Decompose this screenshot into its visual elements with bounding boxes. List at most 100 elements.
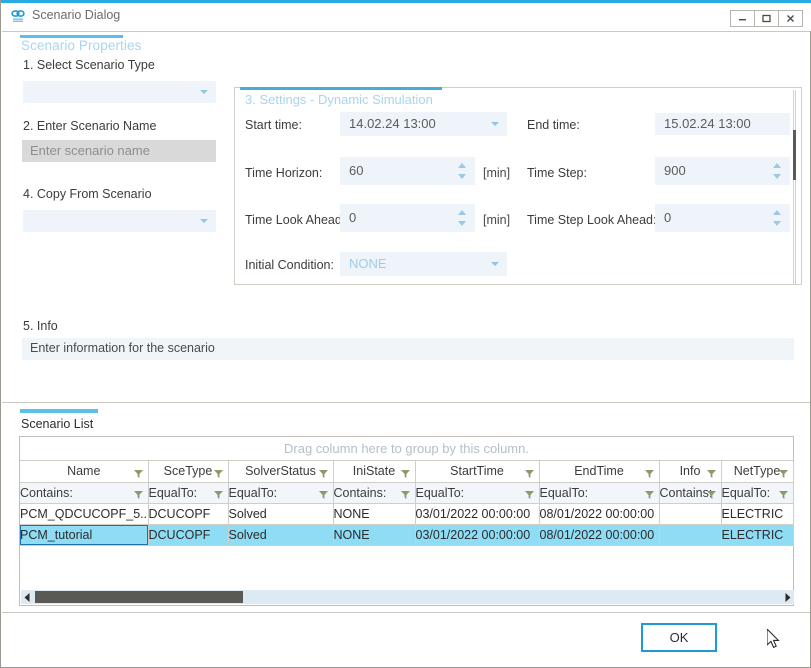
time-step-value: 900 [664, 163, 686, 178]
scenario-type-label: 1. Select Scenario Type [23, 58, 155, 72]
filter-funnel-icon[interactable] [400, 467, 410, 481]
settings-group-box: 3. Settings - Dynamic Simulation Start t… [234, 87, 802, 285]
spinner-up-icon[interactable] [458, 163, 466, 168]
column-header-starttime[interactable]: StartTime [415, 461, 540, 483]
scroll-left-icon[interactable] [21, 590, 34, 604]
spinner-up-icon[interactable] [458, 210, 466, 215]
filter-funnel-icon[interactable] [524, 467, 534, 481]
grid-horizontal-scrollbar[interactable] [21, 590, 794, 604]
start-time-label: Start time: [245, 118, 302, 132]
filter-funnel-icon[interactable] [706, 488, 716, 502]
time-horizon-value: 60 [349, 163, 364, 178]
copy-from-scenario-label: 4. Copy From Scenario [23, 187, 152, 201]
column-header-nettype[interactable]: NetType [721, 461, 794, 483]
column-header-endtime[interactable]: EndTime [539, 461, 660, 483]
start-time-field[interactable]: 14.02.24 13:00 [340, 112, 507, 136]
filter-cell-starttime[interactable]: EqualTo: [415, 482, 540, 504]
scrollbar-thumb[interactable] [35, 591, 243, 603]
cell-name: PCM_QDCUCOPF_5... [20, 503, 149, 525]
spinner-down-icon[interactable] [773, 221, 781, 226]
close-button[interactable] [778, 10, 803, 27]
settings-title: 3. Settings - Dynamic Simulation [245, 92, 433, 107]
time-horizon-field[interactable]: 60 [340, 157, 475, 185]
scrollbar-thumb[interactable] [793, 130, 796, 180]
filter-funnel-icon[interactable] [644, 488, 654, 502]
column-header-inistate[interactable]: IniState [333, 461, 416, 483]
column-header-name[interactable]: Name [20, 461, 149, 483]
filter-cell-info[interactable]: Contains: [659, 482, 722, 504]
cell-info [659, 524, 722, 546]
group-by-hint: Drag column here to group by this column… [284, 441, 529, 456]
filter-cell-inistate[interactable]: Contains: [333, 482, 416, 504]
column-header-label: Info [679, 464, 701, 479]
spinner-down-icon[interactable] [773, 174, 781, 179]
filter-cell-name[interactable]: Contains: [20, 482, 149, 504]
column-header-label: EndTime [574, 464, 624, 479]
scroll-right-icon[interactable] [781, 590, 794, 604]
table-row[interactable]: PCM_QDCUCOPF_5... DCUCOPF Solved NONE 03… [20, 503, 794, 525]
cell-inistate: NONE [333, 524, 416, 546]
end-time-field[interactable]: 15.02.24 13:00 [655, 113, 790, 135]
column-header-label: SceType [163, 464, 213, 479]
filter-funnel-icon[interactable] [133, 488, 143, 502]
filter-funnel-icon[interactable] [644, 467, 654, 481]
time-horizon-label: Time Horizon: [245, 166, 323, 180]
initial-condition-combo[interactable]: NONE [340, 252, 507, 276]
end-time-value: 15.02.24 13:00 [664, 116, 751, 131]
chevron-down-icon [491, 262, 499, 266]
maximize-button[interactable] [754, 10, 779, 27]
info-input[interactable]: Enter information for the scenario [22, 338, 794, 360]
scenario-name-label: 2. Enter Scenario Name [23, 119, 157, 133]
scenario-list-tab-indicator [20, 409, 98, 413]
settings-vertical-scrollbar[interactable] [791, 90, 799, 284]
info-label: 5. Info [23, 319, 58, 333]
scenario-name-input[interactable]: Enter scenario name [22, 140, 216, 162]
filter-funnel-icon[interactable] [133, 467, 143, 481]
filter-cell-solverstatus[interactable]: EqualTo: [228, 482, 334, 504]
filter-label: EqualTo: [721, 485, 771, 500]
scenario-table: Name SceType SolverStatus IniState Start… [20, 461, 794, 546]
filter-funnel-icon[interactable] [400, 488, 410, 502]
start-time-value: 14.02.24 13:00 [349, 116, 436, 131]
time-step-look-ahead-field[interactable]: 0 [655, 204, 790, 232]
filter-funnel-icon[interactable] [318, 488, 328, 502]
spinner-down-icon[interactable] [458, 174, 466, 179]
ok-button[interactable]: OK [641, 623, 717, 652]
filter-funnel-icon[interactable] [213, 467, 223, 481]
table-row[interactable]: PCM_tutorial DCUCOPF Solved NONE 03/01/2… [20, 524, 794, 546]
filter-cell-scetype[interactable]: EqualTo: [148, 482, 229, 504]
column-header-label: NetType [733, 464, 781, 479]
copy-from-scenario-combo[interactable] [23, 210, 216, 232]
title-bar: Scenario Dialog [1, 3, 811, 31]
filter-cell-endtime[interactable]: EqualTo: [539, 482, 660, 504]
spinner-up-icon[interactable] [773, 163, 781, 168]
column-header-info[interactable]: Info [659, 461, 722, 483]
time-step-field[interactable]: 900 [655, 157, 790, 185]
time-look-ahead-field[interactable]: 0 [340, 204, 475, 232]
cell-inistate: NONE [333, 503, 416, 525]
scenario-type-combo[interactable] [23, 81, 216, 103]
chevron-down-icon [200, 90, 208, 94]
time-look-ahead-unit: [min] [483, 213, 511, 227]
column-header-scetype[interactable]: SceType [148, 461, 229, 483]
spinner-up-icon[interactable] [773, 210, 781, 215]
filter-funnel-icon[interactable] [778, 488, 788, 502]
column-header-label: IniState [352, 464, 396, 479]
cell-endtime: 08/01/2022 00:00:00 [539, 503, 660, 525]
filter-funnel-icon[interactable] [524, 488, 534, 502]
filter-funnel-icon[interactable] [213, 488, 223, 502]
filter-funnel-icon[interactable] [318, 467, 328, 481]
time-horizon-unit: [min] [483, 166, 511, 180]
column-header-label: Name [67, 464, 101, 479]
minimize-button[interactable] [730, 10, 755, 27]
scenario-list-title: Scenario List [21, 417, 94, 431]
filter-cell-nettype[interactable]: EqualTo: [721, 482, 794, 504]
window-controls [730, 10, 803, 27]
filter-funnel-icon[interactable] [706, 467, 716, 481]
column-header-solverstatus[interactable]: SolverStatus [228, 461, 334, 483]
cell-info [659, 503, 722, 525]
group-by-drop-area[interactable]: Drag column here to group by this column… [20, 437, 793, 461]
filter-funnel-icon[interactable] [778, 467, 788, 481]
initial-condition-label: Initial Condition: [245, 258, 334, 272]
spinner-down-icon[interactable] [458, 221, 466, 226]
